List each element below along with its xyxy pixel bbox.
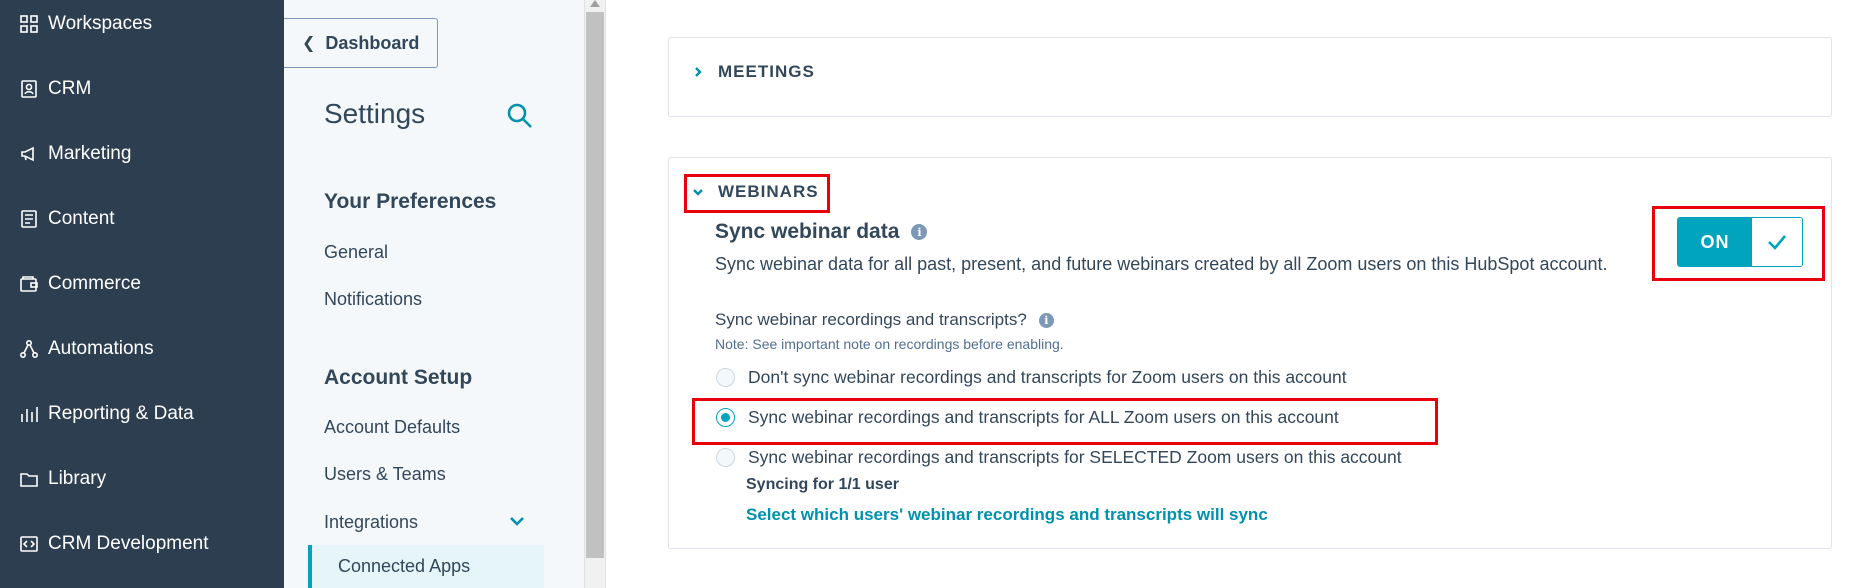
nav-item-reporting[interactable]: Reporting & Data — [18, 399, 194, 429]
nav-item-automations[interactable]: Automations — [18, 334, 154, 364]
settings-title: Settings — [324, 98, 426, 129]
nav-item-label: Automations — [48, 338, 154, 359]
contacts-icon — [18, 78, 40, 100]
grid-icon — [18, 13, 40, 35]
radio-label: Don't sync webinar recordings and transc… — [748, 367, 1347, 387]
sync-webinar-description: Sync webinar data for all past, present,… — [715, 254, 1608, 274]
nav-item-marketing[interactable]: Marketing — [18, 139, 131, 169]
radio-option-dont-sync[interactable]: Don't sync webinar recordings and transc… — [716, 367, 1347, 388]
wallet-icon — [18, 273, 40, 295]
sidebar-item-connected-apps[interactable]: Connected Apps — [308, 545, 544, 588]
chevron-right-icon — [692, 66, 708, 78]
sidebar-item-users-teams[interactable]: Users & Teams — [324, 464, 446, 485]
highlight-box-webinars — [684, 174, 830, 213]
sidebar-item-integrations[interactable]: Integrations — [324, 512, 418, 533]
megaphone-icon — [18, 143, 40, 165]
content-icon — [18, 208, 40, 230]
code-icon — [18, 533, 40, 555]
nav-item-label: Workspaces — [48, 13, 153, 34]
recordings-question-text: Sync webinar recordings and transcripts? — [715, 310, 1027, 329]
syncing-status: Syncing for 1/1 user — [746, 476, 899, 493]
info-icon[interactable]: i — [1038, 312, 1054, 328]
scrollbar-thumb[interactable] — [586, 12, 604, 558]
nav-item-library[interactable]: Library — [18, 464, 106, 494]
chevron-down-icon[interactable] — [508, 512, 528, 532]
meetings-card — [668, 37, 1832, 117]
recordings-note: Note: See important note on recordings b… — [715, 336, 1064, 352]
sidebar-item-notifications[interactable]: Notifications — [324, 289, 422, 310]
main-nav: Workspaces CRM Marketing Content Commerc… — [0, 0, 284, 588]
radio-option-sync-selected[interactable]: Sync webinar recordings and transcripts … — [716, 447, 1402, 468]
automation-icon — [18, 338, 40, 360]
select-users-link[interactable]: Select which users' webinar recordings a… — [746, 505, 1268, 525]
info-icon[interactable]: i — [911, 224, 928, 240]
nav-item-workspaces[interactable]: Workspaces — [18, 9, 152, 39]
sidebar-item-account-defaults[interactable]: Account Defaults — [324, 417, 460, 438]
radio-button[interactable] — [716, 448, 735, 467]
radio-button[interactable] — [716, 368, 735, 387]
nav-item-label: CRM — [48, 78, 92, 99]
sidebar-item-general[interactable]: General — [324, 242, 388, 263]
scroll-up-arrow-icon[interactable] — [590, 0, 600, 7]
nav-item-content[interactable]: Content — [18, 204, 115, 234]
nav-item-label: Commerce — [48, 273, 141, 294]
bar-chart-icon — [18, 403, 40, 425]
meetings-accordion-toggle[interactable]: MEETINGS — [692, 62, 815, 82]
sidebar-item-label: Connected Apps — [338, 556, 471, 576]
nav-item-label: Library — [48, 468, 107, 489]
chevron-left-icon: ❮ — [302, 35, 316, 52]
dashboard-label: Dashboard — [325, 32, 420, 53]
radio-label: Sync webinar recordings and transcripts … — [748, 447, 1402, 467]
folder-icon — [18, 468, 40, 490]
meetings-label: MEETINGS — [718, 62, 815, 81]
nav-item-label: Marketing — [48, 143, 132, 164]
nav-item-label: Content — [48, 208, 115, 229]
nav-item-label: Reporting & Data — [48, 403, 194, 424]
nav-item-commerce[interactable]: Commerce — [18, 269, 141, 299]
sync-webinar-title-text: Sync webinar data — [715, 220, 900, 243]
search-icon[interactable] — [506, 102, 536, 132]
highlight-box-sync-all — [692, 398, 1438, 445]
nav-item-label: CRM Development — [48, 533, 209, 554]
nav-item-crm[interactable]: CRM — [18, 74, 91, 104]
highlight-box-toggle — [1652, 206, 1825, 281]
recordings-question-label: Sync webinar recordings and transcripts?… — [715, 310, 1054, 330]
sync-webinar-title: Sync webinar data i — [715, 220, 928, 244]
nav-item-crm-development[interactable]: CRM Development — [18, 529, 209, 559]
section-your-preferences: Your Preferences — [324, 190, 497, 213]
dashboard-back-button[interactable]: ❮ Dashboard — [284, 18, 438, 68]
section-account-setup: Account Setup — [324, 366, 473, 389]
